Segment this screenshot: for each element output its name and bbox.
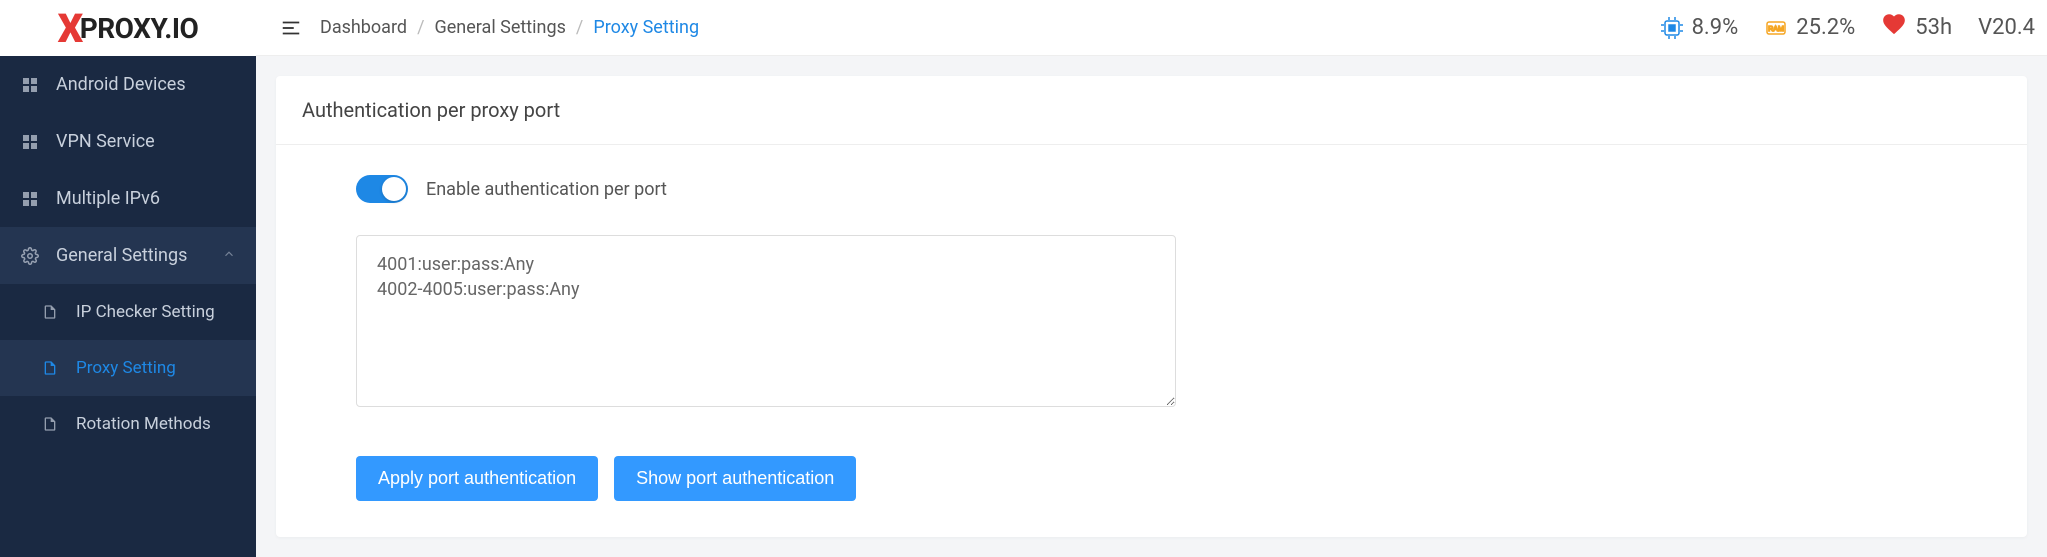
sidebar-item-label: Rotation Methods <box>76 414 211 434</box>
document-icon <box>40 358 60 378</box>
main: Dashboard / General Settings / Proxy Set… <box>256 0 2047 557</box>
sidebar-item-android-devices[interactable]: Android Devices <box>0 56 256 113</box>
uptime-stat: 53h <box>1881 11 1952 44</box>
show-port-auth-button[interactable]: Show port authentication <box>614 456 856 501</box>
grid-icon <box>20 189 40 209</box>
sidebar: X PROXY.IO Android Devices VPN Service M… <box>0 0 256 557</box>
apply-port-auth-button[interactable]: Apply port authentication <box>356 456 598 501</box>
grid-icon <box>20 75 40 95</box>
sidebar-item-multiple-ipv6[interactable]: Multiple IPv6 <box>0 170 256 227</box>
sidebar-item-general-settings[interactable]: General Settings <box>0 227 256 284</box>
chevron-up-icon <box>222 245 236 266</box>
card-title: Authentication per proxy port <box>276 76 2027 145</box>
ram-icon: RAM <box>1764 16 1788 40</box>
enable-auth-toggle[interactable] <box>356 175 408 203</box>
content-area: Authentication per proxy port Enable aut… <box>256 56 2047 557</box>
svg-text:RAM: RAM <box>1768 26 1784 33</box>
heart-icon <box>1881 11 1907 44</box>
toggle-row: Enable authentication per port <box>356 175 1947 203</box>
sidebar-item-label: Android Devices <box>56 74 186 95</box>
document-icon <box>40 414 60 434</box>
uptime-value: 53h <box>1915 15 1952 40</box>
ram-stat: RAM 25.2% <box>1764 15 1855 40</box>
button-row: Apply port authentication Show port auth… <box>356 456 1947 501</box>
ram-value: 25.2% <box>1796 15 1855 40</box>
breadcrumb-separator: / <box>576 17 583 38</box>
grid-icon <box>20 132 40 152</box>
breadcrumb-dashboard[interactable]: Dashboard <box>320 17 407 38</box>
auth-card: Authentication per proxy port Enable aut… <box>276 76 2027 537</box>
port-auth-textarea[interactable] <box>356 235 1176 407</box>
toggle-knob <box>382 177 406 201</box>
cpu-value: 8.9% <box>1692 15 1739 40</box>
sidebar-item-label: General Settings <box>56 245 187 266</box>
sidebar-item-label: Multiple IPv6 <box>56 188 160 209</box>
topbar-stats: 8.9% RAM 25.2% 53h V20.4 <box>1660 11 2035 44</box>
menu-toggle-icon[interactable] <box>280 17 302 39</box>
sidebar-item-label: VPN Service <box>56 131 155 152</box>
document-icon <box>40 302 60 322</box>
sidebar-item-label: Proxy Setting <box>76 358 176 378</box>
cpu-icon <box>1660 16 1684 40</box>
topbar: Dashboard / General Settings / Proxy Set… <box>256 0 2047 56</box>
version-value: V20.4 <box>1978 15 2035 40</box>
sidebar-subitem-proxy-setting[interactable]: Proxy Setting <box>0 340 256 396</box>
toggle-label: Enable authentication per port <box>426 179 667 200</box>
breadcrumb-separator: / <box>417 17 424 38</box>
card-body: Enable authentication per port Apply por… <box>276 145 2027 537</box>
cpu-stat: 8.9% <box>1660 15 1739 40</box>
sidebar-item-vpn-service[interactable]: VPN Service <box>0 113 256 170</box>
breadcrumb-proxy-setting: Proxy Setting <box>593 17 699 38</box>
sidebar-subitem-rotation-methods[interactable]: Rotation Methods <box>0 396 256 452</box>
sidebar-item-label: IP Checker Setting <box>76 302 215 322</box>
gear-icon <box>20 246 40 266</box>
breadcrumb-general-settings[interactable]: General Settings <box>435 17 566 38</box>
logo-text: PROXY.IO <box>80 12 199 45</box>
logo: X PROXY.IO <box>0 0 256 56</box>
sidebar-subitem-ip-checker[interactable]: IP Checker Setting <box>0 284 256 340</box>
breadcrumb: Dashboard / General Settings / Proxy Set… <box>320 17 699 38</box>
